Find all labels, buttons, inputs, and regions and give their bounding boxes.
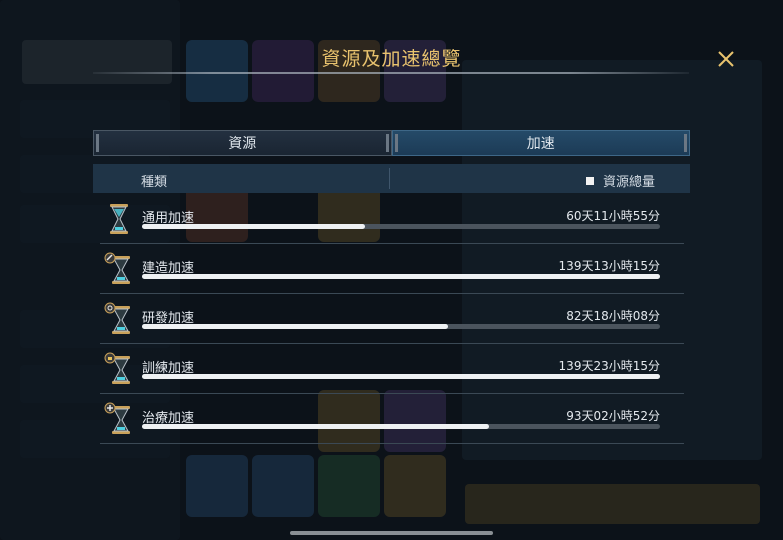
item-time: 139天13小時15分 bbox=[558, 259, 660, 273]
progress-fill bbox=[142, 424, 490, 429]
progress-bar bbox=[142, 224, 660, 229]
column-divider bbox=[389, 168, 390, 189]
title-divider bbox=[93, 72, 689, 74]
item-time: 93天02小時52分 bbox=[566, 409, 660, 423]
tab-edge bbox=[385, 134, 389, 152]
column-header: 種類 資源總量 bbox=[93, 164, 690, 193]
hourglass-training-icon bbox=[104, 352, 134, 386]
list-item[interactable]: 治療加速 93天02小時52分 bbox=[100, 394, 684, 444]
tab-edge bbox=[96, 134, 99, 152]
close-icon bbox=[718, 51, 734, 67]
progress-fill bbox=[142, 324, 448, 329]
item-time: 82天18小時08分 bbox=[566, 309, 660, 323]
progress-bar bbox=[142, 324, 660, 329]
column-total-label: 資源總量 bbox=[602, 175, 655, 190]
list-item[interactable]: 研發加速 82天18小時08分 bbox=[100, 294, 684, 344]
tab-edge bbox=[394, 134, 398, 152]
hourglass-research-icon bbox=[104, 302, 134, 336]
progress-fill bbox=[142, 274, 660, 279]
speedup-list: 通用加速 60天11小時55分 建造加速 139天13小時15分 研發加速 82… bbox=[100, 194, 684, 444]
list-item[interactable]: 建造加速 139天13小時15分 bbox=[100, 244, 684, 294]
hourglass-healing-icon bbox=[104, 402, 134, 436]
tab-edge bbox=[684, 134, 687, 152]
tab-label: 加速 bbox=[526, 136, 555, 152]
progress-fill bbox=[142, 374, 660, 379]
progress-fill bbox=[142, 224, 365, 229]
home-indicator[interactable] bbox=[290, 531, 493, 535]
list-item[interactable]: 訓練加速 139天23小時15分 bbox=[100, 344, 684, 394]
tab-bar: 資源 加速 bbox=[93, 130, 690, 156]
item-time: 60天11小時55分 bbox=[566, 209, 660, 223]
list-item[interactable]: 通用加速 60天11小時55分 bbox=[100, 194, 684, 244]
page-title: 資源及加速總覽 bbox=[321, 48, 462, 70]
item-time: 139天23小時15分 bbox=[558, 359, 660, 373]
tab-resources[interactable]: 資源 bbox=[93, 130, 392, 156]
close-button[interactable] bbox=[713, 46, 739, 72]
progress-bar bbox=[142, 374, 660, 379]
column-type-label: 種類 bbox=[141, 175, 168, 190]
hourglass-hammer-icon bbox=[104, 252, 134, 286]
column-total-sort[interactable]: 資源總量 bbox=[585, 171, 655, 190]
progress-bar bbox=[142, 274, 660, 279]
tab-label: 資源 bbox=[228, 136, 257, 152]
progress-bar bbox=[142, 424, 660, 429]
tab-speedups[interactable]: 加速 bbox=[391, 130, 690, 156]
hourglass-icon bbox=[104, 202, 134, 236]
square-icon bbox=[585, 176, 594, 185]
